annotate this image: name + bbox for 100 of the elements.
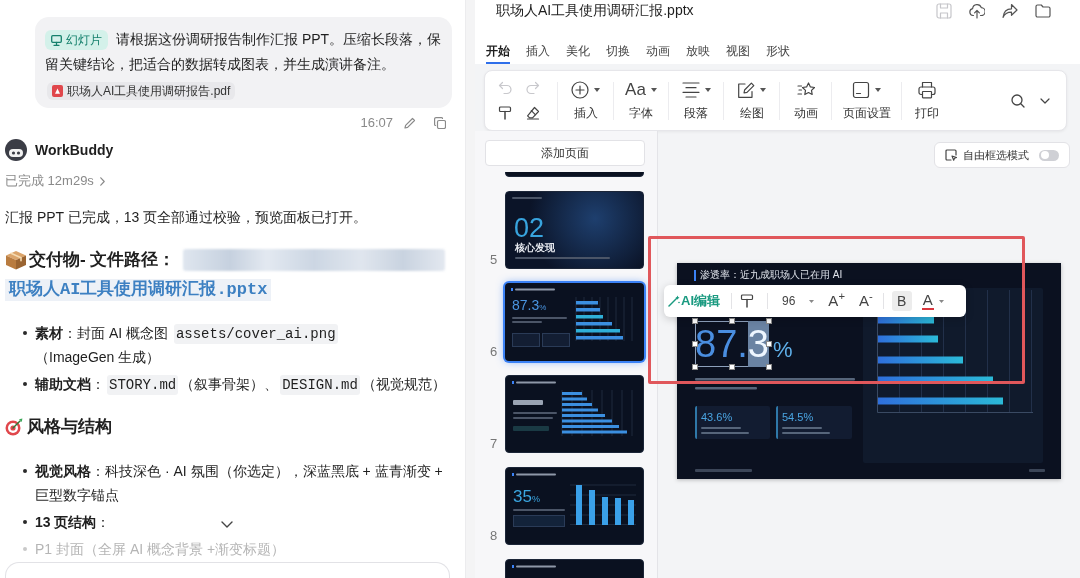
assistant-name: WorkBuddy	[35, 140, 114, 160]
list-item-text: 13 页结构：	[35, 513, 111, 532]
chevron-right-icon	[99, 176, 105, 186]
text-lines-drawing	[701, 427, 749, 434]
font-color-button[interactable]: A	[921, 292, 944, 310]
caret-down-icon	[938, 299, 944, 303]
add-page-button[interactable]: 添加页面	[485, 140, 645, 166]
resize-handle[interactable]	[729, 318, 735, 324]
paint-roller-icon[interactable]	[740, 294, 754, 308]
font-size-dropdown[interactable]: 96	[782, 292, 815, 310]
share-arrow-icon[interactable]	[1002, 2, 1018, 19]
magic-wand-icon	[668, 295, 680, 307]
tab[interactable]: 视图	[726, 40, 750, 64]
mini-bar-chart-drawing	[575, 297, 635, 341]
headline-number: 87.3%	[695, 321, 793, 367]
text-lines-drawing	[512, 317, 567, 323]
toggle-switch[interactable]	[1039, 149, 1059, 161]
increase-font-size-button[interactable]: A$^{+}$	[828, 292, 845, 310]
attachment-chip[interactable]: 职场人AI工具使用调研报告.pdf	[47, 82, 236, 100]
page-setup-button[interactable]: 页面设置	[832, 71, 901, 130]
bot-avatar-icon	[5, 139, 27, 161]
print-button[interactable]: 打印	[902, 71, 952, 130]
target-icon	[5, 418, 23, 436]
chevron-down-icon[interactable]	[1040, 97, 1050, 104]
pencil-square-icon	[737, 81, 755, 99]
list-item-text: 素材：封面 AI 概念图 assets/cover_ai.png （ImageGen 生成）	[35, 323, 339, 367]
presentation-icon	[51, 34, 62, 46]
paint-roller-icon[interactable]	[498, 106, 512, 120]
thumbnail-title-drawing	[512, 565, 556, 568]
search-icon[interactable]	[1011, 93, 1025, 108]
tab[interactable]: 形状	[766, 40, 790, 64]
slide-thumbnail[interactable]: 87.3%	[505, 283, 644, 361]
message-text: 幻灯片 请根据这份调研报告制作汇报 PPT。压缩长段落，保留关键结论，把适合的数据转成图表，并生成演讲备注。	[45, 29, 442, 74]
resize-handle[interactable]	[692, 364, 698, 370]
font-button[interactable]: Aa 字体	[614, 71, 668, 130]
resize-handle[interactable]	[692, 318, 698, 324]
tab[interactable]: 开始	[486, 40, 510, 64]
paragraph-button[interactable]: 段落	[669, 71, 723, 130]
message-time: 16:07	[360, 114, 393, 133]
slide-thumbnail[interactable]: 35%	[505, 467, 644, 545]
footer-text-drawing	[1029, 469, 1045, 472]
slide-number: 7	[490, 436, 499, 453]
slide-number: 6	[490, 344, 499, 361]
folder-icon[interactable]	[1035, 2, 1051, 19]
ai-edit-button[interactable]: AI编辑	[668, 291, 720, 311]
cloud-upload-icon[interactable]	[969, 2, 985, 19]
text-lines-drawing	[513, 400, 557, 432]
mini-bar-chart-drawing	[561, 390, 633, 436]
printer-icon	[918, 81, 936, 99]
slide-number: 5	[490, 252, 499, 269]
selection-frame-icon	[945, 149, 957, 161]
mini-cards-drawing	[512, 333, 570, 347]
pdf-file-icon	[52, 85, 63, 97]
text-lines-drawing	[513, 509, 565, 511]
pencil-icon[interactable]	[404, 117, 416, 129]
stat-value: 43.6%	[701, 410, 733, 424]
tab[interactable]: 切换	[606, 40, 630, 64]
chart-bar	[878, 316, 934, 324]
accent-bar-icon	[694, 270, 696, 281]
bold-button[interactable]: B	[891, 291, 912, 311]
decrease-font-size-button[interactable]: A$^{-}$	[858, 292, 873, 310]
animation-button[interactable]: 动画	[780, 71, 831, 130]
message-input-field[interactable]	[5, 562, 450, 578]
slide-number: 8	[490, 528, 499, 545]
list-item-text: 辅助文档： STORY.md （叙事骨架）、 DESIGN.md （视觉规范）	[35, 374, 446, 396]
chevron-down-icon[interactable]	[221, 521, 233, 528]
tab[interactable]: 美化	[566, 40, 590, 64]
slide-title: 渗透率：近九成职场人已在用 AI	[700, 268, 843, 282]
list-item-text: P1 封面（全屏 AI 概念背景 +渐变标题）	[35, 540, 286, 559]
mini-cards-drawing	[513, 515, 565, 527]
thumbnail-title-drawing	[512, 473, 556, 476]
footer-text-drawing	[695, 469, 752, 472]
slide-thumbnail[interactable]	[505, 375, 644, 453]
file-path-link[interactable]: 职场人AI工具使用调研汇报.pptx	[5, 279, 272, 301]
chart-bar	[878, 335, 938, 343]
copy-icon[interactable]	[434, 117, 446, 129]
text-lines-drawing	[782, 427, 830, 434]
tab[interactable]: 插入	[526, 40, 550, 64]
resize-handle[interactable]	[766, 364, 772, 370]
package-icon	[5, 250, 27, 270]
list-item-text: 视觉风格：科技深色 · AI 氛围（你选定），深蓝黑底 + 蓝青渐变 + 巨型数字锚点	[35, 462, 444, 505]
plus-circle-icon	[571, 81, 589, 99]
text-lines-icon	[681, 81, 700, 99]
resize-handle[interactable]	[766, 318, 772, 324]
stat-value: 54.5%	[782, 410, 814, 424]
slide-thumbnail[interactable]: 02 核心发现	[505, 191, 644, 269]
thumbnail-title-drawing	[512, 381, 556, 384]
tab[interactable]: 动画	[646, 40, 670, 64]
resize-handle[interactable]	[766, 341, 772, 347]
status-toggle[interactable]: 已完成 12m29s	[5, 171, 105, 191]
tab[interactable]: 放映	[686, 40, 710, 64]
section-heading: 风格与结构	[27, 416, 112, 438]
eraser-icon[interactable]	[526, 106, 540, 120]
resize-handle[interactable]	[692, 341, 698, 347]
resize-handle[interactable]	[729, 364, 735, 370]
summary-text: 汇报 PPT 已完成，13 页全部通过校验，预览面板已打开。	[5, 208, 369, 227]
document-title: 职场人AI工具使用调研汇报.pptx	[496, 1, 695, 20]
draw-button[interactable]: 绘图	[724, 71, 779, 130]
selection-mode-toggle[interactable]: 自由框选模式	[934, 142, 1070, 168]
insert-button[interactable]: 插入	[558, 71, 613, 130]
